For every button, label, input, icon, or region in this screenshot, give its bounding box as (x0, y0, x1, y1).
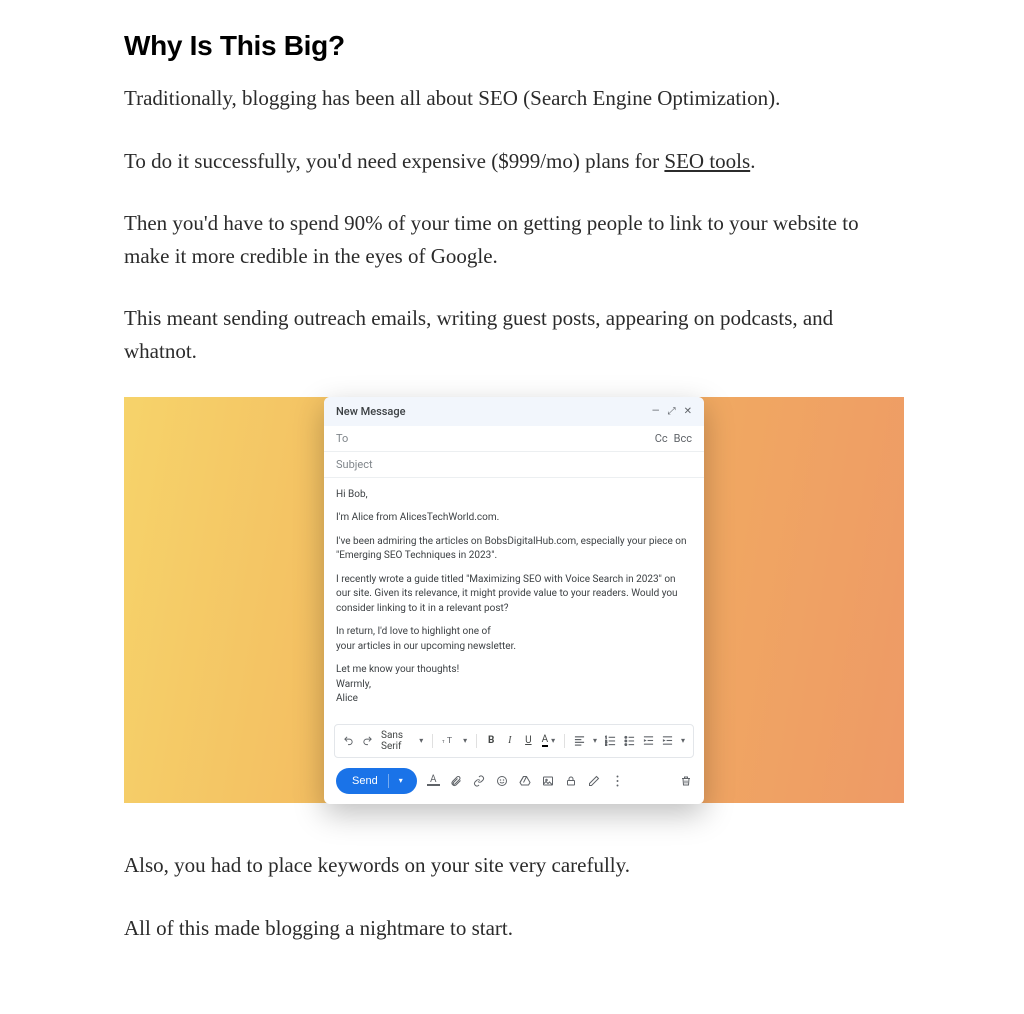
bold-button[interactable]: B (486, 734, 497, 747)
body-line: I recently wrote a guide titled "Maximiz… (336, 573, 692, 617)
svg-text:3: 3 (605, 743, 607, 746)
send-row: Send ▾ A (324, 758, 704, 804)
text-color-button[interactable]: A ▾ (542, 735, 556, 747)
emoji-icon[interactable] (496, 774, 509, 787)
body-line: your articles in our upcoming newsletter… (336, 640, 692, 655)
send-label: Send (352, 775, 378, 787)
body-line: In return, I'd love to highlight one of (336, 625, 692, 640)
paragraph: To do it successfully, you'd need expens… (124, 145, 904, 178)
subject-placeholder: Subject (336, 458, 373, 471)
body-line: I'm Alice from AlicesTechWorld.com. (336, 511, 692, 526)
compose-window: New Message — ⤢ ✕ To Cc Bcc Subject Hi B… (324, 397, 704, 804)
numbered-list-icon[interactable]: 123 (605, 734, 616, 747)
underline-button[interactable]: U (523, 734, 534, 747)
chevron-down-icon[interactable]: ▾ (463, 736, 467, 745)
font-select[interactable]: Sans Serif ▾ (381, 730, 423, 752)
svg-text:T: T (447, 735, 453, 745)
attach-icon[interactable] (450, 774, 463, 787)
close-icon[interactable]: ✕ (684, 406, 692, 417)
expand-icon[interactable]: ⤢ (668, 406, 676, 417)
confidential-icon[interactable] (565, 774, 578, 787)
font-size-icon[interactable]: тT (442, 734, 455, 747)
chevron-down-icon: ▾ (551, 736, 555, 745)
subject-row[interactable]: Subject (324, 452, 704, 478)
paragraph: Then you'd have to spend 90% of your tim… (124, 207, 904, 272)
compose-title: New Message (336, 405, 406, 418)
image-icon[interactable] (542, 774, 555, 787)
cc-button[interactable]: Cc (655, 432, 668, 445)
format-toolbar: Sans Serif ▾ тT ▾ B I U A ▾ (334, 724, 694, 758)
chevron-down-icon[interactable]: ▾ (593, 736, 597, 745)
body-line: I've been admiring the articles on BobsD… (336, 535, 692, 564)
body-line: Alice (336, 692, 692, 707)
text-format-icon[interactable]: A (427, 775, 440, 786)
compose-header: New Message — ⤢ ✕ (324, 397, 704, 426)
trash-icon[interactable] (680, 775, 692, 787)
undo-icon[interactable] (343, 734, 354, 747)
body-line: Warmly, (336, 678, 692, 693)
paragraph-text: . (750, 149, 755, 173)
indent-more-icon[interactable] (662, 734, 673, 747)
minimize-icon[interactable]: — (652, 406, 660, 417)
paragraph: This meant sending outreach emails, writ… (124, 302, 904, 367)
paragraph: Also, you had to place keywords on your … (124, 849, 904, 882)
send-button[interactable]: Send ▾ (336, 768, 417, 794)
paragraph: Traditionally, blogging has been all abo… (124, 82, 904, 115)
body-line: Hi Bob, (336, 488, 692, 503)
drive-icon[interactable] (519, 774, 532, 787)
paragraph: All of this made blogging a nightmare to… (124, 912, 904, 945)
link-icon[interactable] (473, 774, 486, 787)
email-compose-figure: New Message — ⤢ ✕ To Cc Bcc Subject Hi B… (124, 397, 904, 803)
seo-tools-link[interactable]: SEO tools (664, 149, 750, 173)
to-label: To (336, 432, 348, 445)
section-heading: Why Is This Big? (124, 30, 904, 62)
indent-less-icon[interactable] (643, 734, 654, 747)
paragraph-text: To do it successfully, you'd need expens… (124, 149, 664, 173)
italic-button[interactable]: I (505, 734, 516, 747)
pen-icon[interactable] (588, 774, 601, 787)
chevron-down-icon: ▾ (419, 736, 423, 745)
chevron-down-icon[interactable]: ▾ (681, 736, 685, 745)
bullet-list-icon[interactable] (624, 734, 635, 747)
email-body[interactable]: Hi Bob, I'm Alice from AlicesTechWorld.c… (324, 478, 704, 724)
redo-icon[interactable] (362, 734, 373, 747)
chevron-down-icon: ▾ (399, 776, 403, 785)
bcc-button[interactable]: Bcc (674, 432, 692, 445)
to-row[interactable]: To Cc Bcc (324, 426, 704, 452)
align-icon[interactable] (574, 734, 585, 747)
svg-text:т: т (442, 739, 445, 745)
body-line: Let me know your thoughts! (336, 663, 692, 678)
more-icon[interactable] (611, 774, 624, 787)
font-label: Sans Serif (381, 730, 416, 752)
